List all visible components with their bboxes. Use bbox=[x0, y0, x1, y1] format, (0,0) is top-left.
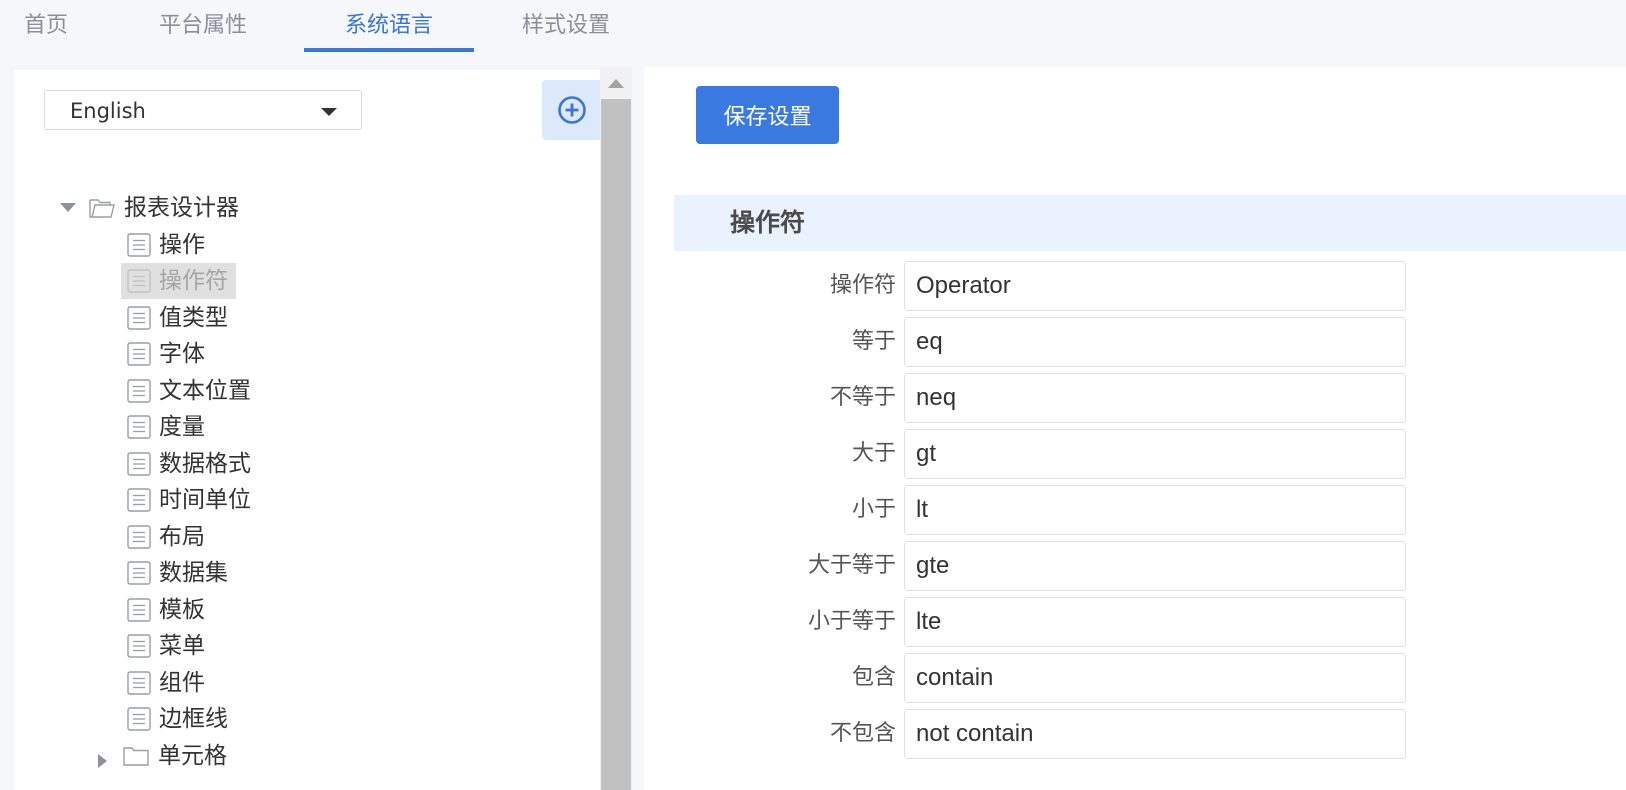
document-icon bbox=[127, 634, 151, 658]
field-label: 大于等于 bbox=[807, 553, 896, 578]
tree-item-label: 菜单 bbox=[159, 633, 205, 659]
tree-item-component[interactable]: 组件 bbox=[121, 665, 241, 701]
language-select-value: English bbox=[70, 99, 146, 123]
tree-folder-cell[interactable]: 单元格 bbox=[14, 738, 254, 774]
field-input-not-contain[interactable] bbox=[904, 709, 1406, 759]
field-input-operator[interactable] bbox=[904, 261, 1406, 311]
tree-item-label: 值类型 bbox=[159, 305, 228, 331]
tree-folder-report-designer[interactable]: 报表设计器 bbox=[14, 190, 274, 226]
document-icon bbox=[127, 269, 151, 293]
field-input-neq[interactable] bbox=[904, 373, 1406, 423]
document-icon bbox=[127, 379, 151, 403]
document-icon bbox=[127, 342, 151, 366]
tree-folder-label: 单元格 bbox=[158, 743, 227, 769]
form-row-gte: 大于等于 bbox=[644, 541, 1626, 591]
tree-item-dataset[interactable]: 数据集 bbox=[121, 555, 251, 591]
scrollbar-thumb[interactable] bbox=[601, 99, 631, 790]
save-settings-button[interactable]: 保存设置 bbox=[696, 86, 839, 144]
tree-item-label: 模板 bbox=[159, 597, 205, 623]
form-row-eq: 等于 bbox=[644, 317, 1626, 367]
tab-home[interactable]: 首页 bbox=[0, 0, 92, 50]
tree-item-label: 组件 bbox=[159, 670, 205, 696]
field-label: 小于等于 bbox=[807, 609, 896, 634]
tree-item-label: 数据格式 bbox=[159, 451, 251, 477]
field-label: 包含 bbox=[851, 665, 896, 690]
tree-item-label: 度量 bbox=[159, 414, 205, 440]
field-label: 小于 bbox=[851, 497, 896, 522]
document-icon bbox=[127, 671, 151, 695]
tree-item-label: 文本位置 bbox=[159, 378, 251, 404]
plus-circle-icon bbox=[558, 96, 586, 124]
top-tab-bar: 首页 平台属性 系统语言 样式设置 bbox=[0, 0, 1626, 52]
tree-item-label: 布局 bbox=[159, 524, 205, 550]
tree-item-data-format[interactable]: 数据格式 bbox=[121, 446, 271, 482]
tree-item-label: 数据集 bbox=[159, 560, 228, 586]
tree-item-layout[interactable]: 布局 bbox=[121, 519, 241, 555]
field-input-lte[interactable] bbox=[904, 597, 1406, 647]
field-input-contain[interactable] bbox=[904, 653, 1406, 703]
document-icon bbox=[127, 233, 151, 257]
field-label: 不等于 bbox=[829, 385, 896, 410]
tree-item-label: 操作 bbox=[159, 232, 205, 258]
language-select[interactable]: English bbox=[44, 90, 362, 130]
document-icon bbox=[127, 488, 151, 512]
tree-item-value-type[interactable]: 值类型 bbox=[121, 300, 241, 336]
tree-item-label: 边框线 bbox=[159, 706, 228, 732]
tree-item-measure[interactable]: 度量 bbox=[121, 409, 241, 445]
field-input-gt[interactable] bbox=[904, 429, 1406, 479]
tree-item-template[interactable]: 模板 bbox=[121, 592, 241, 628]
field-label: 不包含 bbox=[829, 721, 896, 746]
document-icon bbox=[127, 525, 151, 549]
tree-folder-label: 报表设计器 bbox=[124, 195, 239, 221]
translation-editor-panel: 保存设置 操作符 操作符 等于 不等于 大于 小于 大于等于 小于等于 包含 不… bbox=[644, 67, 1626, 790]
field-input-gte[interactable] bbox=[904, 541, 1406, 591]
tree-item-label: 字体 bbox=[159, 341, 205, 367]
tab-system-language[interactable]: 系统语言 bbox=[304, 0, 474, 50]
caret-right-icon[interactable] bbox=[98, 754, 107, 768]
language-tree-panel: English 报表设计器 操作 操作符 值类型 字体 文本位置 度量 数据格式… bbox=[14, 70, 622, 790]
tab-style-settings[interactable]: 样式设置 bbox=[505, 0, 627, 50]
folder-icon bbox=[123, 747, 149, 766]
chevron-down-icon bbox=[321, 108, 337, 116]
field-label: 操作符 bbox=[829, 273, 896, 298]
form-row-operator: 操作符 bbox=[644, 261, 1626, 311]
add-language-button[interactable] bbox=[542, 80, 602, 140]
tree-item-label: 时间单位 bbox=[159, 487, 251, 513]
tree-item-menu[interactable]: 菜单 bbox=[121, 628, 241, 664]
scroll-up-arrow-icon[interactable] bbox=[608, 79, 624, 88]
tree-item-border-line[interactable]: 边框线 bbox=[121, 701, 251, 737]
tree-item-operator[interactable]: 操作符 bbox=[121, 263, 241, 299]
active-tab-indicator bbox=[304, 48, 474, 52]
document-icon bbox=[127, 561, 151, 585]
folder-open-icon bbox=[89, 199, 115, 218]
field-input-eq[interactable] bbox=[904, 317, 1406, 367]
tree-item-text-position[interactable]: 文本位置 bbox=[121, 373, 271, 409]
caret-down-icon[interactable] bbox=[60, 203, 76, 212]
section-header: 操作符 bbox=[674, 195, 1626, 251]
tree-item-font[interactable]: 字体 bbox=[121, 336, 241, 372]
form-row-neq: 不等于 bbox=[644, 373, 1626, 423]
tab-platform-properties[interactable]: 平台属性 bbox=[143, 0, 263, 50]
form-row-gt: 大于 bbox=[644, 429, 1626, 479]
document-icon bbox=[127, 415, 151, 439]
document-icon bbox=[127, 707, 151, 731]
field-label: 等于 bbox=[851, 329, 896, 354]
form-row-contain: 包含 bbox=[644, 653, 1626, 703]
form-row-not-contain: 不包含 bbox=[644, 709, 1626, 759]
document-icon bbox=[127, 598, 151, 622]
tree-scrollbar[interactable] bbox=[600, 67, 632, 790]
section-title: 操作符 bbox=[730, 208, 806, 237]
document-icon bbox=[127, 306, 151, 330]
document-icon bbox=[127, 452, 151, 476]
form-row-lt: 小于 bbox=[644, 485, 1626, 535]
tree-item-operation[interactable]: 操作 bbox=[121, 227, 241, 263]
tree-item-label: 操作符 bbox=[159, 268, 228, 294]
form-row-lte: 小于等于 bbox=[644, 597, 1626, 647]
field-label: 大于 bbox=[851, 441, 896, 466]
tree-item-time-unit[interactable]: 时间单位 bbox=[121, 482, 271, 518]
field-input-lt[interactable] bbox=[904, 485, 1406, 535]
